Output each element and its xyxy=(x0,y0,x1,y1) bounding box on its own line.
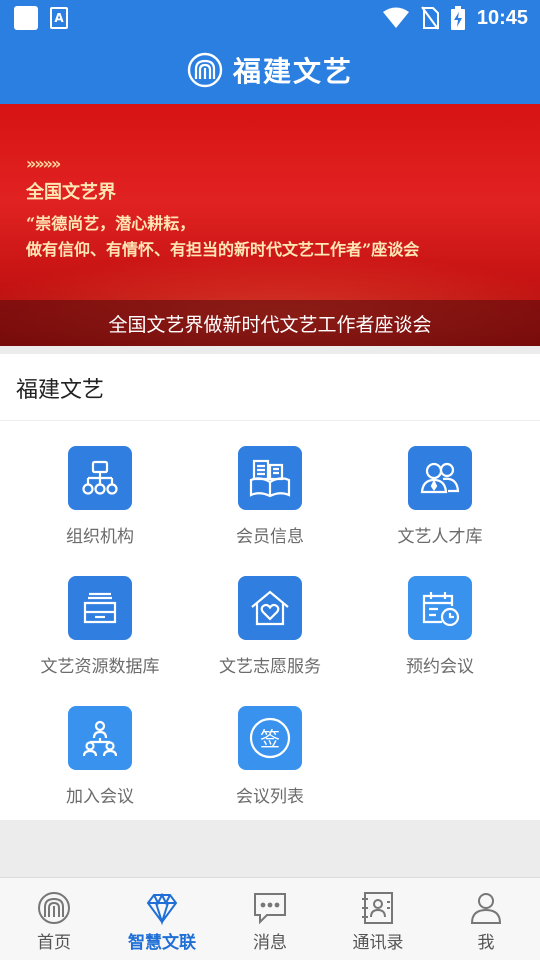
nav-label: 智慧文联 xyxy=(128,933,196,953)
battery-charging-icon xyxy=(450,6,465,30)
tile-volunteer-service[interactable]: 文艺志愿服务 xyxy=(185,576,355,696)
tile-meeting-list[interactable]: 签 会议列表 xyxy=(185,706,355,826)
tile-label: 文艺志愿服务 xyxy=(219,657,321,677)
diamond-icon xyxy=(146,892,178,926)
nav-item-home[interactable]: 首页 xyxy=(0,878,108,960)
tile-talent-pool[interactable]: 文艺人才库 xyxy=(355,446,525,566)
banner-heading: 全国文艺界 xyxy=(26,182,116,203)
nav-label: 首页 xyxy=(37,933,71,953)
banner-caption: 全国文艺界做新时代文艺工作者座谈会 xyxy=(0,300,540,346)
member-info-icon xyxy=(238,446,302,510)
join-meeting-icon xyxy=(68,706,132,770)
nav-label: 通讯录 xyxy=(352,933,404,953)
tile-book-meeting[interactable]: 预约会议 xyxy=(355,576,525,696)
app-header: 福建文艺 xyxy=(0,36,540,104)
org-chart-icon xyxy=(68,446,132,510)
bottom-navigation: 首页 智慧文联 消息 通讯录 我 xyxy=(0,877,540,960)
banner-slogan-line1: “崇德尚艺，潜心耕耘， xyxy=(26,214,196,233)
tile-label: 文艺人才库 xyxy=(397,527,483,547)
nav-label: 消息 xyxy=(253,933,287,953)
banner-slogan-line2: 做有信仰、有情怀、有担当的新时代文艺工作者”座谈会 xyxy=(26,240,420,259)
profile-icon xyxy=(470,893,502,924)
tile-org-structure[interactable]: 组织机构 xyxy=(15,446,185,566)
tile-label: 预约会议 xyxy=(406,657,474,677)
section-divider xyxy=(0,420,540,421)
tile-label: 组织机构 xyxy=(66,527,134,547)
nav-item-contacts[interactable]: 通讯录 xyxy=(324,878,432,960)
calendar-clock-icon xyxy=(408,576,472,640)
sign-badge-icon: 签 xyxy=(238,706,302,770)
message-bubble-icon xyxy=(254,893,286,925)
no-sim-icon xyxy=(421,6,439,30)
tile-join-meeting[interactable]: 加入会议 xyxy=(15,706,185,826)
tile-label: 会议列表 xyxy=(236,787,304,807)
nav-item-profile[interactable]: 我 xyxy=(432,878,540,960)
banner-carousel[interactable]: »»»» 全国文艺界 “崇德尚艺，潜心耕耘， 做有信仰、有情怀、有担当的新时代文… xyxy=(0,104,540,346)
resource-database-icon xyxy=(68,576,132,640)
banner-arrows: »»»» xyxy=(26,154,61,173)
section-title: 福建文艺 xyxy=(16,378,105,403)
tile-resource-database[interactable]: 文艺资源数据库 xyxy=(15,576,185,696)
font-a-icon: A xyxy=(50,7,68,29)
talent-pool-icon xyxy=(408,446,472,510)
contacts-icon xyxy=(362,892,393,924)
tile-member-info[interactable]: 会员信息 xyxy=(185,446,355,566)
tile-label: 会员信息 xyxy=(236,527,304,547)
volunteer-house-icon xyxy=(238,576,302,640)
notification-square-icon xyxy=(14,6,38,30)
tile-label: 加入会议 xyxy=(66,787,134,807)
wifi-icon xyxy=(382,7,409,28)
page-title: 福建文艺 xyxy=(232,55,353,88)
home-logo-icon xyxy=(38,892,70,924)
federation-logo-icon xyxy=(187,52,223,88)
sign-glyph: 签 xyxy=(260,727,280,751)
nav-item-messages[interactable]: 消息 xyxy=(216,878,324,960)
nav-item-smart-federation[interactable]: 智慧文联 xyxy=(108,878,216,960)
status-bar: A 10:45 xyxy=(0,0,540,36)
nav-label: 我 xyxy=(477,933,495,953)
clock-time: 10:45 xyxy=(476,6,528,29)
feature-section: 福建文艺 组织机构 会员信息 文艺人才库 文艺资源数据库 文艺志愿服务 预约会议… xyxy=(0,354,540,820)
tile-label: 文艺资源数据库 xyxy=(40,657,160,677)
